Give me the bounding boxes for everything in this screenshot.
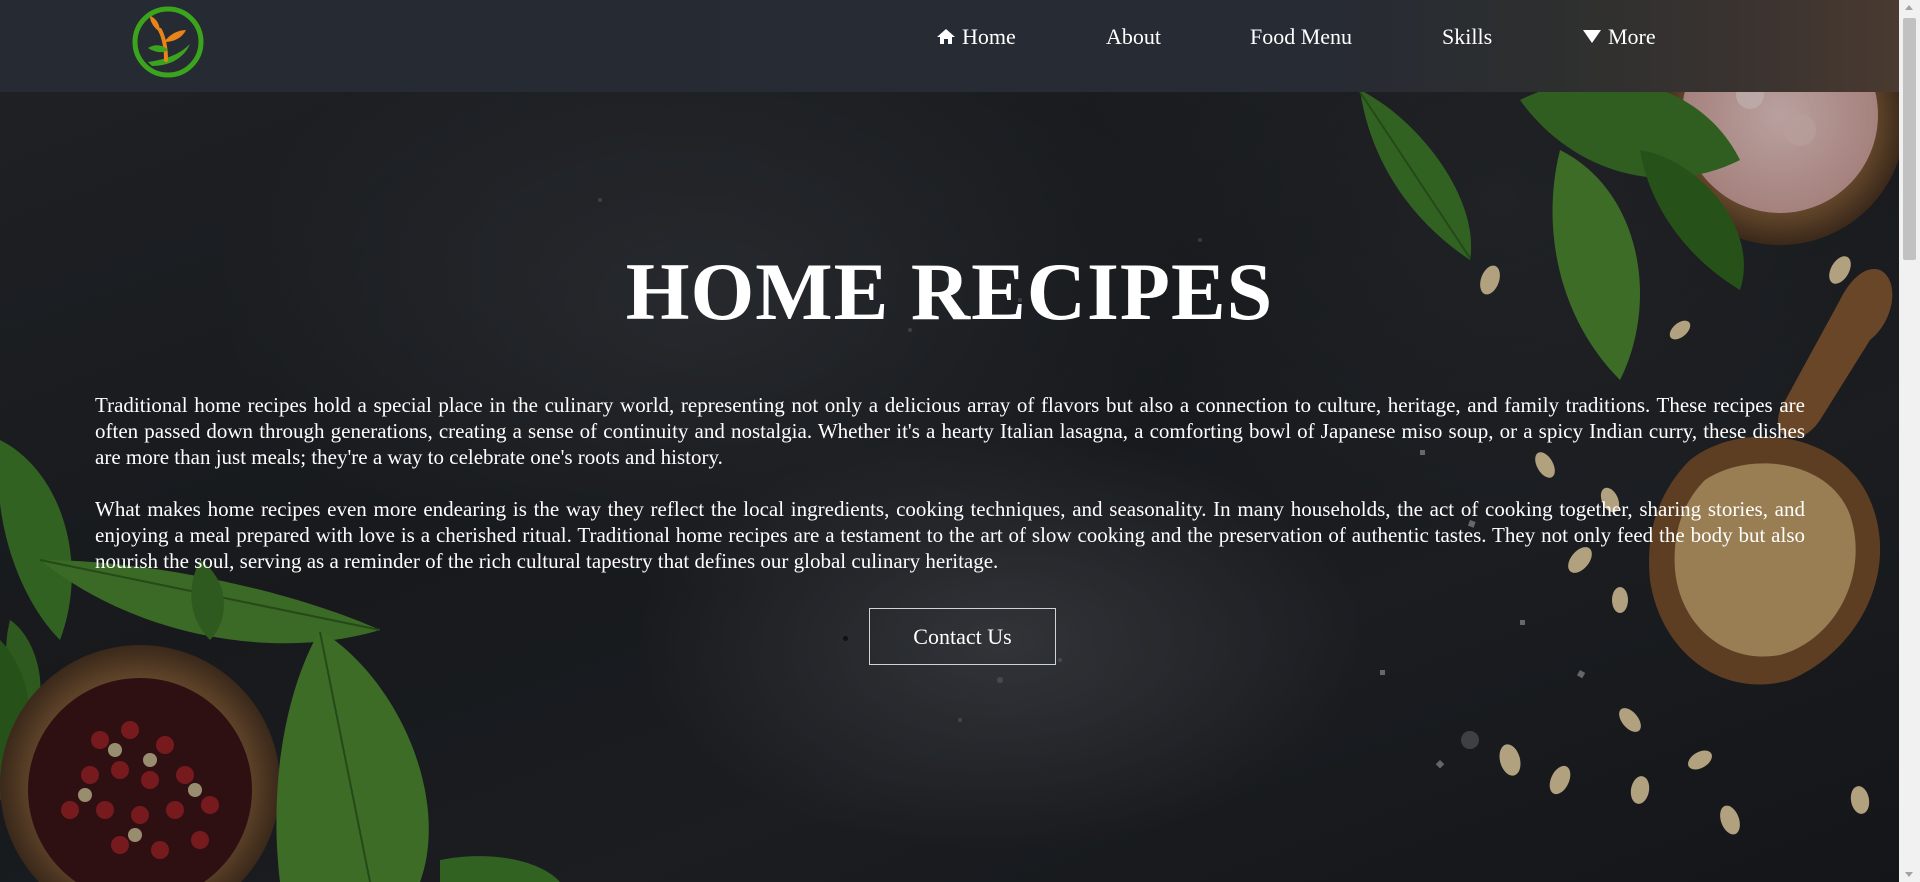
nav-label-more: More (1608, 24, 1656, 49)
nav-item-food-menu[interactable]: Food Menu (1250, 24, 1352, 50)
nav-label-skills: Skills (1442, 24, 1493, 49)
site-header: Home About Food Menu Skills More (0, 0, 1899, 92)
decorative-dot (843, 636, 848, 641)
nav-item-about[interactable]: About (1106, 24, 1161, 50)
nav-label-about: About (1106, 24, 1161, 49)
scroll-down-arrow-icon[interactable] (1905, 872, 1913, 877)
contact-us-button[interactable]: Contact Us (869, 608, 1056, 665)
nav-item-home[interactable]: Home (936, 24, 1016, 50)
home-icon (936, 27, 956, 47)
scroll-up-arrow-icon[interactable] (1905, 5, 1913, 10)
nav-item-skills[interactable]: Skills (1442, 24, 1492, 50)
intro-paragraph-1: Traditional home recipes hold a special … (95, 393, 1805, 469)
nav-label-home: Home (962, 24, 1016, 49)
nav-label-food-menu: Food Menu (1250, 24, 1353, 49)
nav-item-more[interactable]: More (1582, 24, 1656, 50)
sprout-leaf-logo-icon[interactable] (130, 4, 206, 80)
vertical-scrollbar[interactable] (1899, 0, 1920, 882)
intro-paragraph-2: What makes home recipes even more endear… (95, 497, 1805, 573)
page-title: HOME RECIPES (625, 246, 1274, 337)
scrollbar-thumb[interactable] (1903, 18, 1916, 260)
caret-down-icon (1582, 27, 1602, 47)
